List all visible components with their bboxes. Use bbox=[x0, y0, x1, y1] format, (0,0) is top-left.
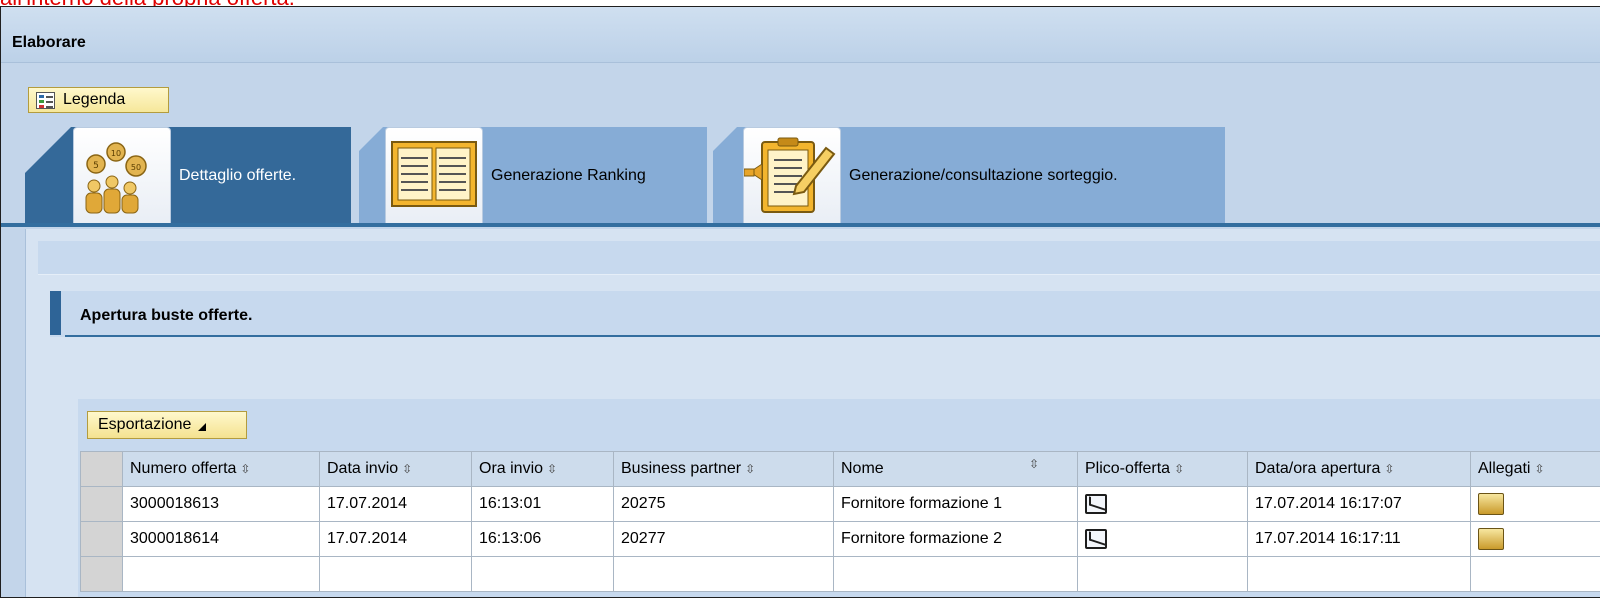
cell-allegati bbox=[1470, 486, 1600, 522]
column-header[interactable]: Nome ⇳ bbox=[833, 451, 1078, 487]
section-title: Apertura buste offerte. bbox=[80, 307, 253, 324]
empty-cell bbox=[1247, 556, 1471, 592]
empty-cell bbox=[1077, 556, 1248, 592]
sort-icon[interactable]: ⇳ bbox=[1029, 458, 1039, 478]
section-rule bbox=[65, 335, 1600, 337]
column-header[interactable]: Numero offerta ⇳ bbox=[122, 451, 320, 487]
cell-business-partner: 20277 bbox=[613, 521, 834, 557]
column-header[interactable]: Plico-offerta ⇳ bbox=[1077, 451, 1248, 487]
tab-label: Generazione/consultazione sorteggio. bbox=[849, 167, 1118, 184]
envelope-icon[interactable] bbox=[1085, 529, 1107, 549]
window-frame: Elaborare Legenda 5 10 50 Dettaglio offe… bbox=[0, 6, 1600, 598]
column-header[interactable]: Data/ora apertura ⇳ bbox=[1247, 451, 1471, 487]
table-row[interactable]: 3000018613 17.07.2014 16:13:01 20275 For… bbox=[80, 486, 1600, 522]
title-bar: Elaborare bbox=[1, 7, 1600, 63]
cell-data-invio: 17.07.2014 bbox=[319, 521, 472, 557]
dropdown-caret-icon bbox=[198, 422, 207, 431]
cell-ora-invio: 16:13:06 bbox=[471, 521, 614, 557]
content-panel: Apertura buste offerte. Esportazione Num… bbox=[25, 229, 1600, 597]
panel-toolbar-strip bbox=[38, 241, 1600, 275]
export-button[interactable]: Esportazione bbox=[87, 411, 247, 439]
export-button-label: Esportazione bbox=[98, 416, 192, 433]
clipboard-pencil-icon bbox=[743, 127, 841, 225]
table-row[interactable] bbox=[80, 556, 1600, 592]
tab-label: Generazione Ranking bbox=[491, 167, 646, 184]
cell-ora-invio: 16:13:01 bbox=[471, 486, 614, 522]
legend-button[interactable]: Legenda bbox=[28, 87, 169, 113]
select-all-cell[interactable] bbox=[80, 451, 123, 487]
column-header[interactable]: Ora invio ⇳ bbox=[471, 451, 614, 487]
sort-icon[interactable]: ⇳ bbox=[1174, 463, 1184, 475]
attachment-icon[interactable] bbox=[1478, 528, 1504, 550]
tab-label: Dettaglio offerte. bbox=[179, 167, 297, 184]
cell-nome: Fornitore formazione 1 bbox=[833, 486, 1078, 522]
sort-icon[interactable]: ⇳ bbox=[745, 463, 755, 475]
cell-allegati bbox=[1470, 521, 1600, 557]
sort-icon[interactable]: ⇳ bbox=[240, 463, 250, 475]
table-header-row: Numero offerta ⇳ Data invio ⇳ Ora invio ⇳ B… bbox=[80, 451, 1600, 487]
window-title: Elaborare bbox=[12, 34, 86, 51]
tab-underline bbox=[1, 223, 1600, 227]
tab-generazione-sorteggio[interactable]: Generazione/consultazione sorteggio. bbox=[713, 127, 1225, 225]
coins-people-icon: 5 10 50 bbox=[73, 127, 171, 225]
attachment-icon[interactable] bbox=[1478, 493, 1504, 515]
cell-business-partner: 20275 bbox=[613, 486, 834, 522]
row-selector[interactable] bbox=[80, 556, 123, 592]
tab-strip: 5 10 50 Dettaglio offerte. Generazione R… bbox=[1, 127, 1600, 227]
tab-generazione-ranking[interactable]: Generazione Ranking bbox=[359, 127, 707, 225]
tab-dettaglio-offerte[interactable]: 5 10 50 Dettaglio offerte. bbox=[25, 127, 351, 225]
envelope-icon[interactable] bbox=[1085, 494, 1107, 514]
row-selector[interactable] bbox=[80, 486, 123, 522]
svg-text:5: 5 bbox=[93, 161, 99, 171]
empty-cell bbox=[319, 556, 472, 592]
sort-icon[interactable]: ⇳ bbox=[1534, 463, 1544, 475]
cell-numero-offerta: 3000018614 bbox=[122, 521, 320, 557]
cell-numero-offerta: 3000018613 bbox=[122, 486, 320, 522]
cell-plico-offerta bbox=[1077, 486, 1248, 522]
sort-icon[interactable]: ⇳ bbox=[402, 463, 412, 475]
ranking-table-icon bbox=[385, 127, 483, 225]
column-header[interactable]: Data invio ⇳ bbox=[319, 451, 472, 487]
legend-icon bbox=[36, 91, 55, 109]
cell-data-invio: 17.07.2014 bbox=[319, 486, 472, 522]
column-header[interactable]: Business partner ⇳ bbox=[613, 451, 834, 487]
sort-icon[interactable]: ⇳ bbox=[547, 463, 557, 475]
empty-cell bbox=[613, 556, 834, 592]
column-header[interactable]: Allegati ⇳ bbox=[1470, 451, 1600, 487]
sort-icon[interactable]: ⇳ bbox=[1384, 463, 1394, 475]
section-accent bbox=[50, 291, 61, 335]
empty-cell bbox=[471, 556, 614, 592]
empty-cell bbox=[1470, 556, 1600, 592]
svg-text:10: 10 bbox=[111, 149, 121, 158]
legend-button-label: Legenda bbox=[63, 91, 126, 108]
row-selector[interactable] bbox=[80, 521, 123, 557]
section-header: Apertura buste offerte. bbox=[50, 291, 1600, 337]
cell-plico-offerta bbox=[1077, 521, 1248, 557]
empty-cell bbox=[122, 556, 320, 592]
empty-cell bbox=[833, 556, 1078, 592]
cell-data-ora-apertura: 17.07.2014 16:17:11 bbox=[1247, 521, 1471, 557]
offers-table: Numero offerta ⇳ Data invio ⇳ Ora invio ⇳ B… bbox=[80, 451, 1600, 592]
table-area: Esportazione Numero offerta ⇳ Data invio ⇳… bbox=[78, 399, 1600, 597]
cell-data-ora-apertura: 17.07.2014 16:17:07 bbox=[1247, 486, 1471, 522]
cell-nome: Fornitore formazione 2 bbox=[833, 521, 1078, 557]
table-row[interactable]: 3000018614 17.07.2014 16:13:06 20277 For… bbox=[80, 521, 1600, 557]
svg-text:50: 50 bbox=[131, 163, 141, 172]
